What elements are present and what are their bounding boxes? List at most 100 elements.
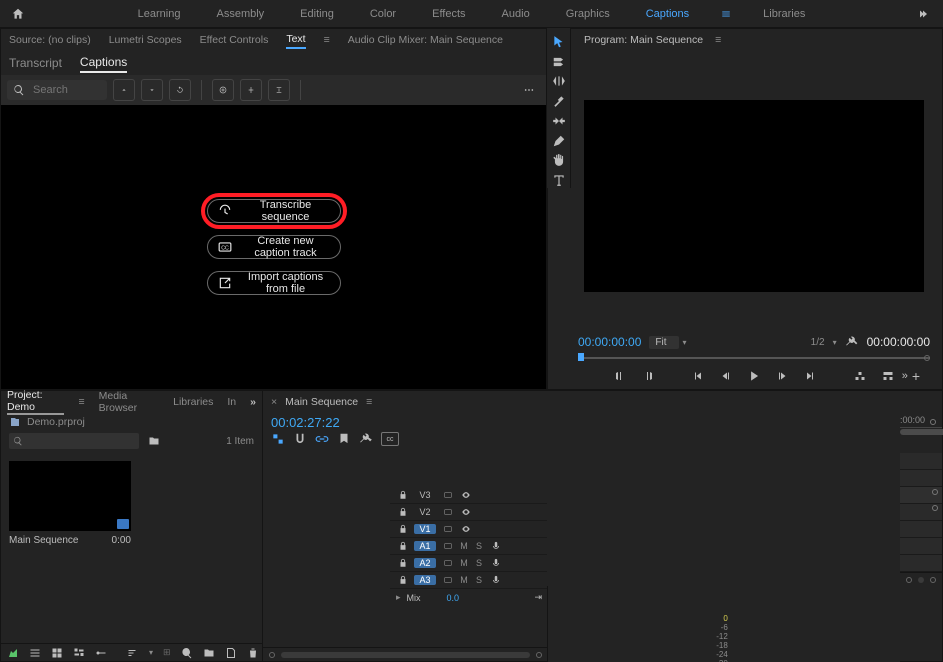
track-header-v1[interactable]: V1 [390,521,548,538]
playhead-marker[interactable] [578,353,584,361]
mute-button[interactable]: M [459,558,469,568]
project-search[interactable] [9,433,139,449]
tab-effect-controls[interactable]: Effect Controls [200,32,269,48]
delete-button[interactable] [247,646,259,660]
sync-lock-icon[interactable] [441,557,454,570]
program-settings-button[interactable] [845,335,859,349]
extract-button[interactable] [879,367,897,385]
next-caption-button[interactable] [141,79,163,101]
tab-libraries[interactable]: Libraries [173,396,213,408]
ws-captions[interactable]: Captions [642,6,693,22]
timeline-sequence-tab[interactable]: Main Sequence [285,396,358,408]
ws-assembly[interactable]: Assembly [212,6,268,22]
lock-icon[interactable] [396,540,409,553]
replace-button[interactable] [169,79,191,101]
program-timecode-left[interactable]: 00:00:00:00 [578,335,641,349]
razor-tool[interactable] [550,93,568,109]
insert-mode-button[interactable] [271,432,285,446]
sort-button[interactable] [127,646,139,660]
project-tabs-overflow-icon[interactable]: » [250,396,256,408]
tab-text[interactable]: Text [286,31,305,49]
tab-text-menu-icon[interactable]: ≡ [324,34,330,46]
tab-source[interactable]: Source: (no clips) [9,32,91,48]
tab-lumetri-scopes[interactable]: Lumetri Scopes [109,32,182,48]
project-new-bin-icon[interactable] [147,435,161,447]
tab-audio-clip-mixer[interactable]: Audio Clip Mixer: Main Sequence [348,32,503,48]
home-button[interactable] [8,4,28,24]
program-monitor-viewport[interactable] [584,100,924,292]
clip-thumbnail[interactable] [9,461,131,531]
create-caption-track-button[interactable]: CC Create new caption track [207,235,341,259]
tab-project[interactable]: Project: Demo [7,389,64,415]
add-marker-button[interactable] [337,432,351,446]
timeline-horizontal-scroll[interactable] [918,577,924,583]
lock-icon[interactable] [396,489,409,502]
transport-overflow-icon[interactable]: » [902,370,908,382]
lock-icon[interactable] [396,574,409,587]
track-header-a3[interactable]: A3 M S [390,572,548,589]
track-name[interactable]: V3 [414,490,436,500]
linked-selection-button[interactable] [315,432,329,446]
track-header-v3[interactable]: V3 [390,487,548,504]
lift-button[interactable] [851,367,869,385]
thumbnail-size-slider[interactable] [95,646,107,660]
expand-icon[interactable]: ▸ [396,592,401,603]
new-bin-button[interactable] [203,646,215,660]
solo-button[interactable]: S [474,541,484,551]
track-name[interactable]: A3 [414,575,436,585]
track-name[interactable]: A2 [414,558,436,568]
track-name[interactable]: V2 [414,507,436,517]
subtab-transcript[interactable]: Transcript [9,54,62,72]
lock-icon[interactable] [396,523,409,536]
captions-search-input[interactable] [31,83,91,97]
merge-caption-button[interactable] [268,79,290,101]
timeline-timecode[interactable]: 00:02:27:22 [271,415,399,430]
play-button[interactable] [745,367,763,385]
program-mini-timeline[interactable] [578,353,930,363]
scroll-endcap[interactable] [906,577,912,583]
scroll-endcap[interactable] [930,577,936,583]
solo-button[interactable]: S [474,575,484,585]
step-forward-button[interactable] [773,367,791,385]
solo-button[interactable]: S [474,558,484,568]
voiceover-icon[interactable] [489,540,502,553]
track-select-tool[interactable] [550,54,568,70]
timeline-tab-menu-icon[interactable]: ≡ [366,396,372,408]
icon-view-button[interactable] [51,646,63,660]
go-to-out-button[interactable] [801,367,819,385]
ws-editing[interactable]: Editing [296,6,338,22]
ripple-edit-tool[interactable] [550,74,568,90]
sync-lock-icon[interactable] [441,506,454,519]
project-bin[interactable]: Main Sequence 0:00 [1,451,262,643]
timeline-settings-button[interactable] [359,432,373,446]
voiceover-icon[interactable] [489,557,502,570]
timeline-close-button[interactable]: × [271,396,277,408]
sync-lock-icon[interactable] [441,574,454,587]
selection-tool[interactable] [550,34,568,50]
go-to-in-button[interactable] [689,367,707,385]
program-tab[interactable]: Program: Main Sequence [584,34,703,46]
type-tool[interactable] [550,172,568,188]
mark-in-button[interactable] [611,367,629,385]
hand-tool[interactable] [550,153,568,169]
transcribe-sequence-button[interactable]: Transcribe sequence [207,199,341,223]
add-caption-button[interactable] [212,79,234,101]
automate-to-sequence-button[interactable]: ⊞ [163,646,171,660]
scroll-endcap[interactable] [269,652,275,658]
out-point-marker[interactable] [932,505,938,511]
step-back-button[interactable] [717,367,735,385]
mix-expand-icon[interactable]: ⇥ [534,592,542,603]
track-header-a1[interactable]: A1 M S [390,538,548,555]
workspace-overflow-icon[interactable] [915,8,935,20]
toggle-track-output-icon[interactable] [459,523,472,536]
add-transport-button[interactable]: + [912,368,920,384]
split-caption-button[interactable] [240,79,262,101]
toggle-track-output-icon[interactable] [459,506,472,519]
lock-icon[interactable] [396,557,409,570]
new-item-button[interactable] [225,646,237,660]
mute-button[interactable]: M [459,541,469,551]
ws-effects[interactable]: Effects [428,6,469,22]
sync-lock-icon[interactable] [441,540,454,553]
captions-more-button[interactable] [518,79,540,101]
timeline-zoom-scroll[interactable] [281,652,530,658]
